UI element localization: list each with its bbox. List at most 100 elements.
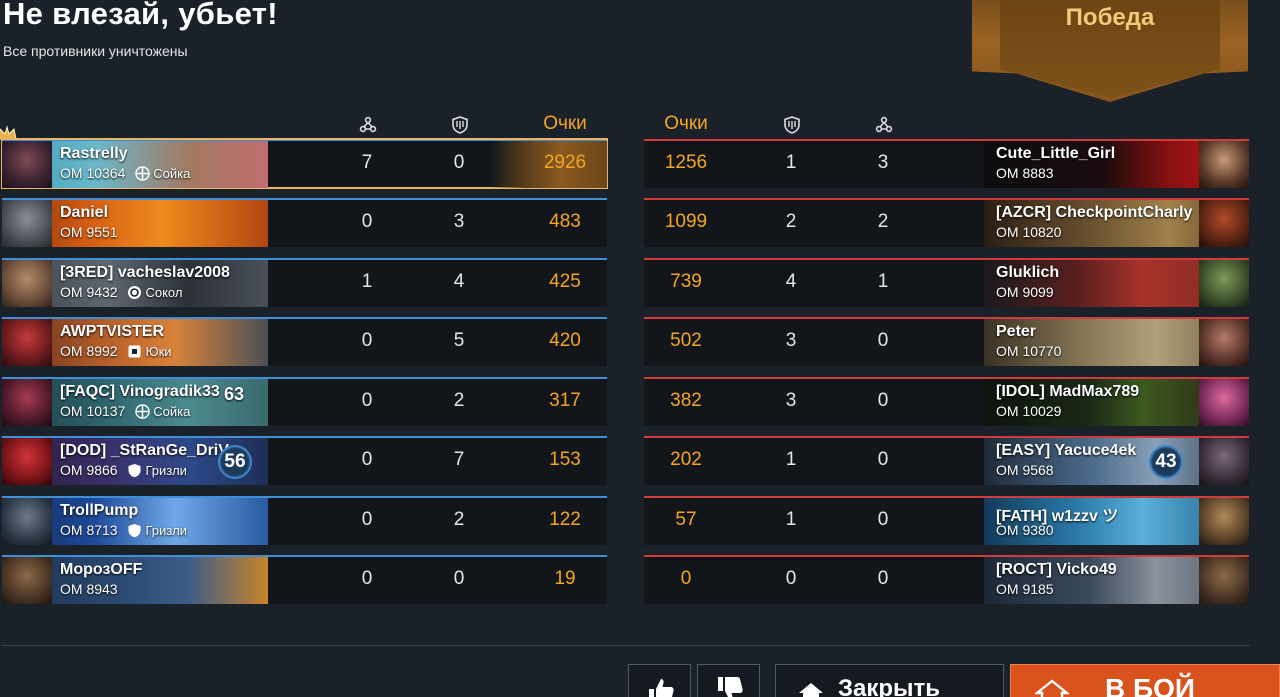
avatar xyxy=(1199,498,1249,545)
assists-value: 0 xyxy=(453,152,465,173)
rank-name: Гризли xyxy=(145,523,187,538)
player-rating: ОМ 8992 Юки xyxy=(60,343,172,359)
rating-value: ОМ 10137 xyxy=(60,403,126,419)
shield-small-icon xyxy=(128,464,141,478)
player-row-right-3[interactable]: 739 4 1 Gluklich ОМ 9099 xyxy=(644,258,1249,307)
player-row-right-6[interactable]: 202 1 0 [EASY] Yacuce4ek 43 ОМ 9568 xyxy=(644,436,1249,485)
player-name: [AZCR] CheckpointCharly xyxy=(996,204,1193,221)
points-value: 202 xyxy=(670,449,702,470)
player-rating: ОМ 10364 Сойка xyxy=(60,165,190,181)
assists-value: 2 xyxy=(453,509,465,530)
player-name: [ROCT] Vicko49 xyxy=(996,561,1117,578)
avatar xyxy=(1199,260,1249,307)
player-rating: ОМ 10137 Сойка xyxy=(60,403,190,419)
player-row-left-5[interactable]: [FAQC] Vinogradik33 63 ОМ 10137 Сойка 0 … xyxy=(2,377,607,426)
points-value: 153 xyxy=(549,449,581,470)
rank-badge: Гризли xyxy=(127,523,187,538)
player-row-left-6[interactable]: [DOD] _StRanGe_DriV 56 ОМ 9866 Гризли 0 … xyxy=(2,436,607,485)
rank-badge: Гризли xyxy=(127,463,187,478)
avatar xyxy=(1199,379,1249,426)
player-rating: ОМ 10820 xyxy=(996,224,1062,240)
cross-icon xyxy=(135,166,150,181)
dislike-button[interactable] xyxy=(697,664,760,697)
kills-value: 3 xyxy=(877,152,889,173)
kills-value: 0 xyxy=(361,568,373,589)
points-value: 425 xyxy=(549,271,581,292)
shield-icon xyxy=(452,116,468,134)
points-value: 57 xyxy=(675,509,697,530)
kills-value: 0 xyxy=(877,330,889,351)
avatar xyxy=(2,200,52,247)
player-row-left-2[interactable]: Daniel ОМ 9551 0 3 483 xyxy=(2,198,607,247)
player-row-right-4[interactable]: 502 3 0 Peter ОМ 10770 xyxy=(644,317,1249,366)
home-icon xyxy=(1035,679,1069,697)
player-row-left-8[interactable]: МорозOFF ОМ 8943 0 0 19 xyxy=(2,555,607,604)
points-value: 1099 xyxy=(664,211,708,232)
kills-value: 1 xyxy=(877,271,889,292)
kills-value: 0 xyxy=(361,211,373,232)
battle-button[interactable]: В БОЙ xyxy=(1010,664,1280,697)
victory-label: Победа xyxy=(1065,4,1155,31)
player-row-right-8[interactable]: 0 0 0 [ROCT] Vicko49 ОМ 9185 xyxy=(644,555,1249,604)
avatar xyxy=(2,498,52,545)
assists-value: 3 xyxy=(785,390,797,411)
player-rating: ОМ 9568 xyxy=(996,462,1054,478)
rank-name: Сокол xyxy=(145,285,183,300)
avatar xyxy=(2,319,52,366)
points-value: 483 xyxy=(549,211,581,232)
player-name: Gluklich xyxy=(996,264,1060,281)
player-row-left-1[interactable]: Rastrelly ОМ 10364 Сойка 7 0 2926 xyxy=(1,138,608,189)
points-value: 317 xyxy=(549,390,581,411)
player-name: [DOD] _StRanGe_DriV xyxy=(60,442,229,459)
cycle-icon xyxy=(128,286,142,299)
assists-value: 4 xyxy=(453,271,465,292)
player-row-left-4[interactable]: AWPTVISTER ОМ 8992 Юки 0 5 420 xyxy=(2,317,607,366)
assists-value: 3 xyxy=(785,330,797,351)
rank-badge: Сойка xyxy=(135,404,190,419)
points-value: 502 xyxy=(670,330,702,351)
player-level: 56 xyxy=(218,445,252,479)
avatar xyxy=(2,141,52,188)
kills-value: 0 xyxy=(361,449,373,470)
square-icon xyxy=(128,345,141,358)
player-row-right-1[interactable]: 1256 1 3 Cute_Little_Girl ОМ 8883 xyxy=(644,139,1249,188)
player-rating: ОМ 8883 xyxy=(996,165,1054,181)
player-row-left-7[interactable]: TrollPump ОМ 8713 Гризли 0 2 122 xyxy=(2,496,607,545)
assists-value: 7 xyxy=(453,449,465,470)
rating-value: ОМ 9866 xyxy=(60,462,118,478)
rank-name: Сойка xyxy=(153,166,191,181)
player-rating: ОМ 10770 xyxy=(996,343,1062,359)
kills-icon xyxy=(359,116,377,133)
assists-value: 0 xyxy=(453,568,465,589)
assists-value: 1 xyxy=(785,449,797,470)
assists-value: 5 xyxy=(453,330,465,351)
assists-value: 3 xyxy=(453,211,465,232)
player-rating: ОМ 9551 xyxy=(60,224,118,240)
avatar xyxy=(1199,200,1249,247)
player-row-right-5[interactable]: 382 3 0 [IDOL] MadMax789 ОМ 10029 xyxy=(644,377,1249,426)
player-row-left-3[interactable]: [3RED] vacheslav2008 ОМ 9432 Сокол 1 4 4… xyxy=(2,258,607,307)
kills-value: 0 xyxy=(361,390,373,411)
avatar xyxy=(1199,557,1249,604)
player-name: [FAQC] Vinogradik33 xyxy=(60,383,220,400)
points-value: 2926 xyxy=(543,152,587,173)
kills-value: 0 xyxy=(877,449,889,470)
points-value: 0 xyxy=(680,568,692,589)
assists-value: 0 xyxy=(785,568,797,589)
player-name: TrollPump xyxy=(60,502,139,519)
close-button[interactable]: Закрыть xyxy=(775,664,1004,697)
player-rating: ОМ 9866 Гризли xyxy=(60,462,187,478)
rating-value: ОМ 8943 xyxy=(60,581,118,597)
assists-value: 1 xyxy=(785,152,797,173)
player-row-right-7[interactable]: 57 1 0 [FATH] w1zzv ツ ОМ 9380 xyxy=(644,496,1249,545)
points-value: 1256 xyxy=(664,152,708,173)
player-row-right-2[interactable]: 1099 2 2 [AZCR] CheckpointCharly ОМ 1082… xyxy=(644,198,1249,247)
like-button[interactable] xyxy=(628,664,691,697)
rating-value: ОМ 10364 xyxy=(60,165,126,181)
player-name: [EASY] Yacuce4ek xyxy=(996,442,1137,459)
avatar xyxy=(2,557,52,604)
player-name: [IDOL] MadMax789 xyxy=(996,383,1140,400)
avatar xyxy=(2,438,52,485)
kills-value: 0 xyxy=(361,509,373,530)
kills-value: 2 xyxy=(877,211,889,232)
